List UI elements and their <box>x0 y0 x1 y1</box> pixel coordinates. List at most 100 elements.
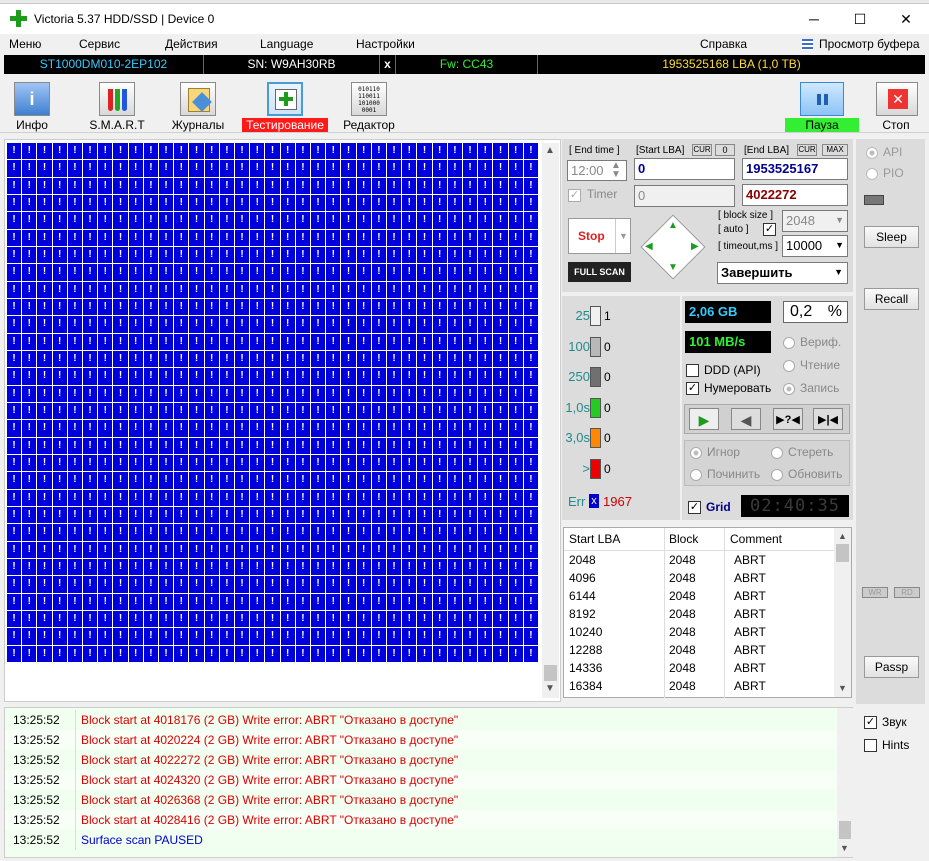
scan-block-cell: ! <box>463 333 478 350</box>
end-lba-input[interactable]: 1953525167 <box>742 158 848 180</box>
table-scrollbar[interactable]: ▲ ▼ <box>834 528 851 697</box>
scan-block-cell: ! <box>22 264 37 281</box>
arrow-down-icon[interactable]: ▼ <box>668 262 678 273</box>
max-button[interactable]: MAX <box>822 144 848 156</box>
scan-block-cell: ! <box>341 559 356 576</box>
minimize-button[interactable]: ─ <box>791 4 837 34</box>
arrow-left-icon[interactable]: ◀ <box>645 241 653 252</box>
menu-main[interactable]: Меню <box>9 37 41 51</box>
table-row[interactable]: 2048 2048 ABRT <box>564 552 834 570</box>
scan-block-cell: ! <box>204 333 219 350</box>
table-row[interactable]: 4096 2048 ABRT <box>564 570 834 588</box>
pause-button[interactable]: Пауза <box>785 80 859 132</box>
scan-block-cell: ! <box>143 524 158 541</box>
scan-block-cell: ! <box>143 385 158 402</box>
menu-language[interactable]: Language <box>260 37 313 51</box>
scan-block-cell: ! <box>83 143 98 160</box>
cur-button[interactable]: CUR <box>692 144 712 156</box>
repair-radio[interactable]: Починить <box>690 467 760 481</box>
start-lba-input[interactable]: 0 <box>634 158 735 180</box>
sound-checkbox[interactable]: ✓ Звук <box>864 715 907 730</box>
menu-settings[interactable]: Настройки <box>356 37 415 51</box>
stop-button[interactable]: ✕ Стоп <box>864 80 928 132</box>
scan-block-cell: ! <box>98 541 113 558</box>
smart-button[interactable]: S.M.A.R.T <box>85 80 149 132</box>
grid-scrollbar[interactable]: ▲ ▼ <box>542 143 559 698</box>
random-button[interactable]: ▶?◀ <box>773 408 803 430</box>
scan-block-cell: ! <box>356 299 371 316</box>
table-row[interactable]: 14336 2048 ABRT <box>564 660 834 678</box>
timer-checkbox[interactable]: ✓ <box>568 188 586 203</box>
table-row[interactable]: 10240 2048 ABRT <box>564 624 834 642</box>
end-time-spinner[interactable]: ▲ ▼ <box>611 161 621 180</box>
scan-block-cell: ! <box>493 385 508 402</box>
verify-radio[interactable]: Вериф. <box>783 335 841 349</box>
grid-checkbox[interactable]: ✓ Grid <box>688 500 731 515</box>
scan-block-cell: ! <box>37 247 52 264</box>
arrow-right-icon[interactable]: ▶ <box>691 241 699 252</box>
col-block[interactable]: Block <box>669 532 698 546</box>
scan-block-cell: ! <box>371 177 386 194</box>
ignore-radio[interactable]: Игнор <box>690 445 740 459</box>
table-row[interactable]: 8192 2048 ABRT <box>564 606 834 624</box>
timeout-select[interactable]: 10000 ▼ <box>782 235 848 257</box>
scan-block-cell: ! <box>250 576 265 593</box>
scan-block-cell: ! <box>265 333 280 350</box>
table-row[interactable]: 12288 2048 ABRT <box>564 642 834 660</box>
passp-button[interactable]: Passp <box>864 656 919 678</box>
menu-service[interactable]: Сервис <box>79 37 120 51</box>
scan-block-cell: ! <box>417 559 432 576</box>
menu-buffer-view[interactable]: Просмотр буфера <box>819 37 920 51</box>
scan-block-cell: ! <box>83 264 98 281</box>
scan-block-cell: ! <box>235 160 250 177</box>
device-close-button[interactable]: x <box>380 55 396 74</box>
ddd-api-checkbox[interactable]: DDD (API) <box>686 363 761 378</box>
scan-block-cell: ! <box>417 247 432 264</box>
journals-button[interactable]: Журналы <box>166 80 230 132</box>
menu-actions[interactable]: Действия <box>165 37 218 51</box>
legend-row: 250 0 <box>562 366 642 388</box>
table-row[interactable]: 16384 2048 ABRT <box>564 678 834 696</box>
stop-dropdown-icon[interactable]: ▼ <box>615 219 631 253</box>
scan-stop-button[interactable]: Stop ▼ <box>568 218 631 254</box>
recall-button[interactable]: Recall <box>864 288 919 310</box>
pio-radio[interactable]: PIO <box>866 166 904 180</box>
scan-block-cell: ! <box>508 472 523 489</box>
scan-block-cell: ! <box>37 524 52 541</box>
testing-button[interactable]: Тестирование <box>242 80 328 132</box>
col-start-lba[interactable]: Start LBA <box>569 532 620 546</box>
scan-block-cell: ! <box>356 524 371 541</box>
scan-block-cell: ! <box>219 420 234 437</box>
maximize-button[interactable]: ☐ <box>837 4 883 34</box>
arrow-up-icon[interactable]: ▲ <box>668 220 678 231</box>
log-scrollbar[interactable]: ▼ <box>837 708 853 857</box>
info-button[interactable]: i Инфо <box>0 80 64 132</box>
refresh-radio[interactable]: Обновить <box>771 467 842 481</box>
read-radio[interactable]: Чтение <box>783 358 840 372</box>
scan-block-cell: ! <box>189 541 204 558</box>
scan-block-cell: ! <box>189 489 204 506</box>
numbering-checkbox[interactable]: ✓ Нумеровать <box>686 381 771 396</box>
sleep-button[interactable]: Sleep <box>864 226 919 248</box>
block-size-select[interactable]: 2048 ▼ <box>782 210 848 232</box>
menu-help[interactable]: Справка <box>700 37 747 51</box>
timer-value-input[interactable]: 0 <box>634 185 735 207</box>
scan-block-cell: ! <box>67 143 82 160</box>
table-row[interactable]: 6144 2048 ABRT <box>564 588 834 606</box>
device-model[interactable]: ST1000DM010-2EP102 <box>4 55 204 74</box>
full-scan-button[interactable]: FULL SCAN <box>568 262 631 282</box>
write-radio[interactable]: Запись <box>783 381 839 395</box>
finish-action-select[interactable]: Завершить ▼ <box>717 262 848 284</box>
play-button[interactable]: ▶ <box>689 408 719 430</box>
butterfly-button[interactable]: ▶|◀ <box>813 408 843 430</box>
end-lba-cur-button[interactable]: CUR <box>797 144 817 156</box>
direction-pad[interactable]: ▲ ▼ ◀ ▶ <box>640 214 706 280</box>
hints-checkbox[interactable]: Hints <box>864 738 909 753</box>
col-comment[interactable]: Comment <box>730 532 782 546</box>
editor-button[interactable]: 010110 110011 101000 0001 Редактор <box>337 80 401 132</box>
auto-checkbox[interactable]: ✓ <box>763 222 781 237</box>
erase-radio[interactable]: Стереть <box>771 445 833 459</box>
play-backward-button[interactable]: ◀ <box>731 408 761 430</box>
close-window-button[interactable]: ✕ <box>883 4 929 34</box>
api-radio[interactable]: API <box>866 145 902 159</box>
